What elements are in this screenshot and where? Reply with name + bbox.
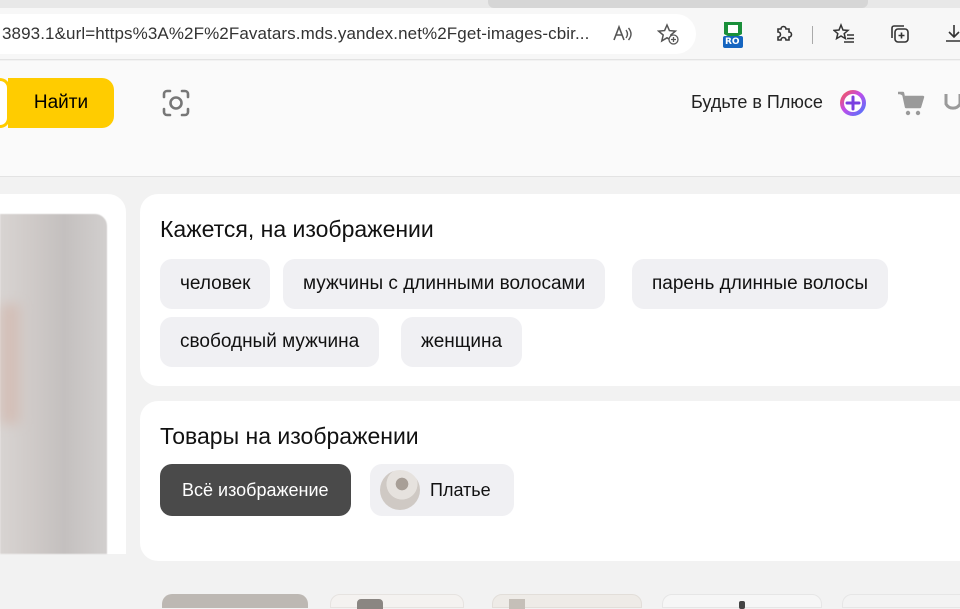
orders-icon[interactable]: [944, 88, 960, 118]
filter-all-image[interactable]: Всё изображение: [160, 464, 351, 516]
product-card[interactable]: [492, 594, 642, 609]
tag-chip[interactable]: человек: [160, 259, 271, 309]
product-card[interactable]: [162, 594, 308, 608]
product-card[interactable]: [330, 594, 464, 609]
products-title: Товары на изображении: [160, 423, 419, 449]
product-card[interactable]: [842, 594, 960, 608]
camera-search-icon[interactable]: [158, 85, 194, 121]
collections-icon[interactable]: [888, 22, 912, 46]
read-aloud-icon[interactable]: [610, 22, 634, 46]
dress-thumbnail: [380, 470, 420, 510]
favorites-icon[interactable]: [832, 22, 856, 46]
products-card: Товары на изображении Всё изображение Пл…: [140, 401, 960, 609]
recognition-title: Кажется, на изображении: [160, 216, 434, 242]
plus-logo-icon[interactable]: [838, 88, 868, 118]
tag-chip[interactable]: свободный мужчина: [160, 317, 380, 367]
tag-chip[interactable]: мужчины с длинными волосами: [283, 259, 606, 309]
product-card[interactable]: [662, 594, 822, 609]
filter-dress[interactable]: Платье: [370, 464, 514, 516]
plus-promo-link[interactable]: Будьте в Плюсе: [691, 92, 823, 113]
url-text[interactable]: 3893.1&url=https%3A%2F%2Favatars.mds.yan…: [2, 24, 589, 44]
tag-chip[interactable]: женщина: [401, 317, 523, 367]
recognition-card: Кажется, на изображении человек мужчины …: [140, 194, 960, 386]
filter-dress-label: Платье: [430, 480, 491, 500]
tag-chip[interactable]: парень длинные волосы: [632, 259, 888, 309]
address-bar[interactable]: 3893.1&url=https%3A%2F%2Favatars.mds.yan…: [0, 14, 696, 54]
add-favorite-icon[interactable]: [656, 22, 680, 46]
site-header: Найти Будьте в Плюсе: [0, 61, 960, 177]
browser-tab[interactable]: [488, 0, 868, 8]
source-image-preview[interactable]: [0, 214, 107, 554]
extensions-puzzle-icon[interactable]: [772, 22, 796, 46]
browser-toolbar: 3893.1&url=https%3A%2F%2Favatars.mds.yan…: [0, 8, 960, 60]
cart-icon[interactable]: [896, 88, 926, 118]
tab-strip: [0, 0, 960, 8]
extension-ro-icon[interactable]: RO: [720, 20, 746, 50]
page: Найти Будьте в Плюсе Кажется, на изображ…: [0, 61, 960, 609]
downloads-icon[interactable]: [942, 22, 960, 46]
toolbar-divider: [812, 26, 813, 44]
find-button[interactable]: Найти: [8, 78, 114, 128]
extension-badge: RO: [725, 37, 740, 47]
